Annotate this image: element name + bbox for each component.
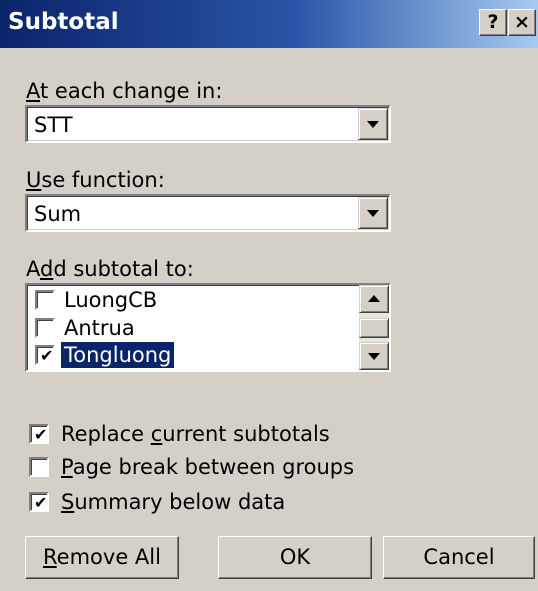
list-item-checkbox[interactable]: ✔ — [35, 345, 55, 365]
scroll-up-icon — [368, 295, 380, 302]
scroll-up-button[interactable] — [359, 285, 389, 313]
list-item-checkbox[interactable] — [35, 318, 55, 338]
scroll-down-button[interactable] — [359, 342, 389, 370]
page-break-checkbox[interactable] — [29, 457, 49, 477]
use-function-dropdown-button[interactable] — [358, 197, 388, 229]
summary-below-checkbox[interactable]: ✔ — [29, 492, 49, 512]
check-icon: ✔ — [40, 346, 54, 365]
change-in-label: At each change in: — [26, 79, 223, 103]
scroll-thumb[interactable] — [359, 318, 389, 338]
replace-subtotals-checkbox[interactable]: ✔ — [29, 424, 49, 444]
list-item-antrua[interactable]: Antrua — [31, 315, 358, 343]
use-function-value: Sum — [34, 202, 82, 226]
check-icon: ✔ — [34, 425, 48, 444]
change-in-dropdown-button[interactable] — [358, 108, 388, 140]
scroll-down-icon — [368, 353, 380, 360]
help-button[interactable]: ? — [479, 9, 507, 36]
close-button[interactable]: × — [508, 9, 536, 36]
page-break-label: Page break between groups — [61, 455, 355, 479]
window-title: Subtotal — [8, 9, 119, 35]
list-item-label-selected: Tongluong — [59, 341, 176, 369]
title-bar[interactable]: Subtotal ? × — [0, 0, 538, 48]
subtotal-dialog: Subtotal ? × At each change in: STT Use … — [0, 0, 538, 591]
change-in-combo[interactable]: STT — [25, 105, 391, 143]
add-subtotal-list[interactable]: LuongCB Antrua ✔ Tongluong — [25, 283, 391, 372]
chevron-down-icon — [367, 210, 379, 217]
remove-all-button[interactable]: Remove All — [25, 536, 179, 579]
check-icon: ✔ — [34, 493, 48, 512]
use-function-combo[interactable]: Sum — [25, 194, 391, 232]
replace-subtotals-label: Replace current subtotals — [61, 422, 330, 446]
summary-below-label: Summary below data — [61, 490, 286, 514]
list-scrollbar[interactable] — [359, 285, 389, 370]
list-item-label: Antrua — [64, 316, 135, 340]
chevron-down-icon — [367, 121, 379, 128]
cancel-button[interactable]: Cancel — [383, 536, 535, 579]
use-function-label: Use function: — [26, 168, 165, 192]
list-item-label: LuongCB — [64, 288, 158, 312]
list-item-luongcb[interactable]: LuongCB — [31, 287, 358, 315]
ok-button[interactable]: OK — [218, 536, 372, 579]
list-item-checkbox[interactable] — [35, 290, 55, 310]
list-item-tongluong[interactable]: ✔ Tongluong — [31, 341, 358, 370]
add-subtotal-label: Add subtotal to: — [26, 257, 194, 281]
change-in-value: STT — [34, 113, 73, 137]
close-icon: × — [514, 11, 530, 33]
